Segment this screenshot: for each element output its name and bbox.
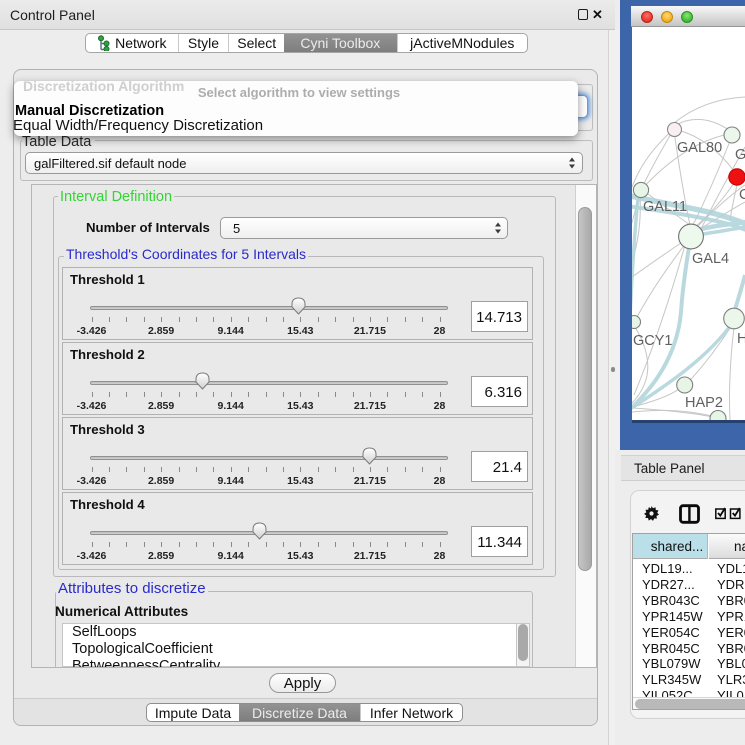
svg-text:HAP2: HAP2 — [685, 395, 723, 411]
svg-text:GAL80: GAL80 — [677, 140, 722, 156]
svg-text:C: C — [739, 187, 745, 203]
svg-text:GA: GA — [735, 147, 745, 163]
svg-text:GAL11: GAL11 — [643, 199, 687, 215]
svg-text:H: H — [737, 331, 745, 347]
svg-text:GAL4: GAL4 — [692, 251, 729, 267]
svg-text:GCY1: GCY1 — [633, 333, 673, 349]
